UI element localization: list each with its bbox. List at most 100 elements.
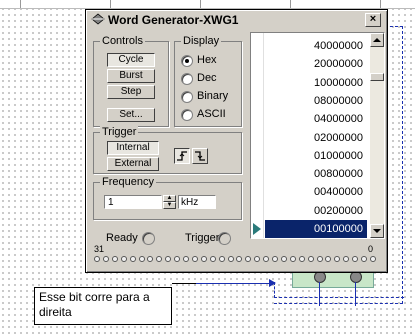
bit-terminal-icon[interactable]	[298, 256, 305, 262]
word-row[interactable]: 08000000	[265, 92, 367, 110]
bit-terminal-icon[interactable]	[174, 256, 181, 262]
scroll-down-icon[interactable]	[370, 224, 384, 238]
bus-wire-bottom	[274, 297, 404, 298]
bit-terminal-icon[interactable]	[272, 256, 278, 262]
external-trigger-button[interactable]: External	[107, 157, 159, 171]
bit-terminal-icon[interactable]	[316, 256, 323, 262]
word-row[interactable]: 10000000	[265, 74, 367, 92]
bit-terminal-icon[interactable]	[343, 256, 350, 262]
word-row[interactable]: 00200000	[265, 202, 367, 220]
bit-terminal-icon[interactable]	[289, 256, 296, 262]
title-bar[interactable]: Word Generator-XWG1 ×	[88, 12, 383, 28]
word-list-scrollbar[interactable]	[370, 33, 384, 238]
radio-binary-label: Binary	[197, 90, 229, 102]
controls-label: Controls	[100, 35, 145, 47]
controls-group: Controls Cycle Burst Step Set...	[93, 35, 169, 127]
word-row[interactable]: 20000000	[265, 55, 367, 73]
bit-terminal-icon[interactable]	[245, 256, 252, 262]
bit-terminal-icon[interactable]	[94, 256, 100, 262]
word-row[interactable]: 00100000	[265, 220, 367, 238]
bit-terminal-icon[interactable]	[352, 256, 359, 262]
cycle-button[interactable]: Cycle	[107, 53, 155, 67]
bit-terminal-icon[interactable]	[209, 256, 216, 262]
bit-terminal-icon[interactable]	[191, 256, 198, 262]
display-label: Display	[181, 35, 222, 47]
ready-label: Ready	[106, 232, 138, 244]
falling-edge-icon	[195, 151, 205, 161]
bit-terminal-icon[interactable]	[129, 256, 136, 262]
word-generator-icon	[91, 13, 105, 25]
trigger-status-label: Trigger	[185, 232, 220, 244]
radio-ascii-label: ASCII	[197, 108, 226, 120]
bit-terminal-icon[interactable]	[200, 256, 207, 262]
radio-circle	[181, 109, 193, 121]
scroll-thumb[interactable]	[370, 73, 384, 81]
rising-edge-button[interactable]	[174, 148, 190, 164]
bit-terminal-icon[interactable]	[307, 256, 314, 262]
ready-indicator	[142, 232, 155, 245]
bit-terminal-icon[interactable]	[227, 256, 234, 262]
frequency-input[interactable]: 1	[104, 195, 162, 209]
bit-terminal-icon[interactable]	[183, 256, 189, 262]
bit-terminal-icon[interactable]	[156, 256, 163, 262]
radio-selected-dot	[185, 59, 189, 63]
bit-terminal-icon[interactable]	[369, 256, 376, 262]
bit-terminal-icon[interactable]	[165, 256, 172, 262]
bit-terminal-icon[interactable]	[254, 256, 261, 262]
word-row[interactable]: 02000000	[265, 129, 367, 147]
scroll-up-icon[interactable]	[370, 33, 384, 47]
bit-terminal-icon[interactable]	[236, 256, 243, 262]
top-ruler	[0, 0, 415, 9]
radio-circle	[181, 73, 193, 85]
bit-terminal-icon[interactable]	[280, 256, 287, 262]
display-group: Display Hex Dec Binary ASCII	[174, 35, 242, 127]
set-button[interactable]: Set...	[107, 108, 155, 122]
bit-terminal-icon[interactable]	[138, 256, 145, 262]
burst-button[interactable]: Burst	[107, 69, 155, 83]
radio-dec-label: Dec	[197, 72, 217, 84]
spin-up-icon[interactable]: ▲	[163, 195, 176, 202]
trigger-indicator	[218, 232, 231, 245]
frequency-label: Frequency	[100, 176, 156, 188]
arrow-head-icon	[269, 279, 276, 287]
bit-terminal-icon[interactable]	[147, 256, 154, 262]
bit-terminal-icon[interactable]	[263, 256, 270, 262]
frequency-unit[interactable]: kHz	[178, 195, 216, 209]
word-generator-window: Word Generator-XWG1 × Controls Cycle Bur…	[85, 9, 388, 273]
word-row[interactable]: 40000000	[265, 37, 367, 55]
internal-trigger-button[interactable]: Internal	[107, 141, 159, 155]
bit-terminal-icon[interactable]	[218, 256, 225, 262]
probe-wire	[319, 282, 320, 306]
bit-31-label: 31	[94, 244, 105, 254]
spin-down-icon[interactable]: ▼	[163, 202, 176, 209]
word-row[interactable]: 01000000	[265, 147, 367, 165]
shift-arrow	[196, 283, 274, 284]
probe-wire	[355, 282, 356, 306]
trigger-group: Trigger Internal External	[93, 126, 242, 174]
falling-edge-button[interactable]	[192, 148, 208, 164]
bit-terminal-icon[interactable]	[120, 256, 127, 262]
frequency-group: Frequency 1 ▲ ▼ kHz	[93, 176, 242, 220]
bit-terminal-icon[interactable]	[361, 256, 367, 262]
radio-circle	[181, 91, 193, 103]
rising-edge-icon	[177, 151, 187, 161]
bit-terminal-icon[interactable]	[102, 256, 109, 262]
word-row[interactable]: 00800000	[265, 165, 367, 183]
frequency-spinner[interactable]: ▲ ▼	[163, 195, 176, 209]
radio-circle	[181, 55, 193, 67]
callout-leader	[172, 283, 196, 284]
word-row[interactable]: 00400000	[265, 183, 367, 201]
word-list[interactable]: 40000000 20000000 10000000 08000000 04000000…	[250, 32, 385, 239]
radio-hex-label: Hex	[197, 54, 217, 66]
step-button[interactable]: Step	[107, 85, 155, 99]
bit-terminal-icon[interactable]	[334, 256, 341, 262]
word-row[interactable]: 04000000	[265, 110, 367, 128]
window-title: Word Generator-XWG1	[108, 13, 239, 27]
bit-terminal-icon[interactable]	[325, 256, 332, 262]
bit-terminal-icon[interactable]	[111, 256, 118, 262]
bit-terminals	[94, 256, 378, 264]
close-button[interactable]: ×	[365, 13, 381, 27]
list-gutter	[251, 33, 264, 238]
bit-0-label: 0	[368, 244, 374, 254]
annotation-callout: Esse bit corre para a direita	[34, 287, 172, 325]
